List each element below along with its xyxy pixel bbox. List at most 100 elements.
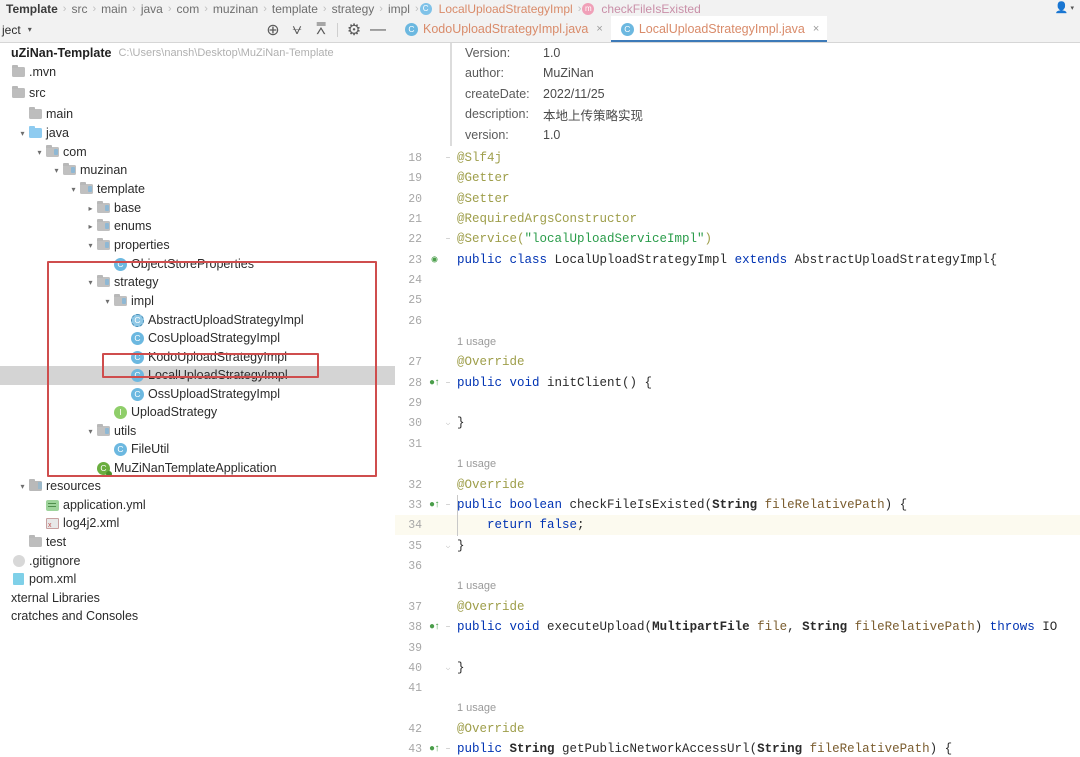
chevron-right-icon[interactable]: ▸: [85, 222, 96, 231]
editor-tab-localuploadstrategyimpl-java[interactable]: C LocalUploadStrategyImpl.java ×: [610, 16, 828, 42]
code-line-33[interactable]: 33 ●↑ − public boolean checkFileIsExisted(S…: [395, 495, 1080, 515]
code-line-41[interactable]: 41: [395, 678, 1080, 698]
tree-row-abstractuploadstrategyimpl[interactable]: ▾CAbstractUploadStrategyImpl: [0, 311, 395, 330]
code-line-31[interactable]: 31: [395, 434, 1080, 454]
tree-row-objectstoreproperties[interactable]: ▾CObjectStoreProperties: [0, 255, 395, 274]
code-line-38[interactable]: 38 ●↑ − public void executeUpload(Multipart…: [395, 617, 1080, 637]
tree-row-template[interactable]: ▾ template: [0, 180, 395, 199]
expand-all-icon[interactable]: ⩝: [286, 20, 308, 40]
code-line-36[interactable]: 36: [395, 556, 1080, 576]
code-line-19[interactable]: 19 @Getter: [395, 168, 1080, 188]
collapse-all-icon[interactable]: ⩞: [310, 20, 332, 40]
chevron-down-icon[interactable]: ▾: [34, 148, 45, 157]
tree-row-src[interactable]: ▾ src: [0, 84, 395, 103]
chevron-down-icon[interactable]: ▾: [17, 482, 28, 491]
code-line-30[interactable]: 30 ⌵}: [395, 413, 1080, 433]
tree-row-ossuploadstrategyimpl[interactable]: ▾COssUploadStrategyImpl: [0, 385, 395, 404]
code-line-24[interactable]: 24: [395, 270, 1080, 290]
tree-row-log4j2-xml[interactable]: ▾ log4j2.xml: [0, 514, 395, 533]
code-line-35[interactable]: 35 ⌵}: [395, 536, 1080, 556]
code-line-40[interactable]: 40 ⌵}: [395, 658, 1080, 678]
breadcrumb-item-localuploadstrategyimpl[interactable]: C LocalUploadStrategyImpl: [419, 2, 577, 16]
breadcrumb-item-java[interactable]: java: [137, 2, 167, 16]
editor-tab-kodouploadstrategyimpl-java[interactable]: C KodoUploadStrategyImpl.java ×: [395, 16, 611, 42]
tree-row-kodouploadstrategyimpl[interactable]: ▾CKodoUploadStrategyImpl: [0, 348, 395, 367]
code-fold-toggle[interactable]: −: [441, 154, 455, 163]
breadcrumb-item-template[interactable]: template: [268, 2, 322, 16]
code-line-39[interactable]: 39: [395, 638, 1080, 658]
project-tree[interactable]: ▾ uZiNan-Template C:\Users\nansh\Desktop…: [0, 43, 395, 757]
tree-row-java[interactable]: ▾ java: [0, 124, 395, 143]
breadcrumb-item-src[interactable]: src: [67, 2, 91, 16]
code-fold-toggle[interactable]: −: [441, 623, 455, 632]
code-line-21[interactable]: 21 @RequiredArgsConstructor: [395, 209, 1080, 229]
tree-row-application-yml[interactable]: ▾ application.yml: [0, 496, 395, 515]
chevron-down-icon[interactable]: ▾: [85, 278, 96, 287]
tree-row-root[interactable]: ▾ uZiNan-Template C:\Users\nansh\Desktop…: [0, 43, 395, 63]
code-line-28[interactable]: 28 ●↑ − public void initClient() {: [395, 373, 1080, 393]
breadcrumb-item-com[interactable]: com: [173, 2, 204, 16]
tree-row-cosuploadstrategyimpl[interactable]: ▾CCosUploadStrategyImpl: [0, 329, 395, 348]
tree-row-uploadstrategy[interactable]: ▾IUploadStrategy: [0, 403, 395, 422]
breadcrumb-item-muzinan[interactable]: muzinan: [209, 2, 262, 16]
chevron-down-icon[interactable]: ▾: [85, 241, 96, 250]
breadcrumb-item-template[interactable]: Template: [2, 2, 62, 16]
code-line-26[interactable]: 26: [395, 311, 1080, 331]
breadcrumb-item-impl[interactable]: impl: [384, 2, 414, 16]
code-line-20[interactable]: 20 @Setter: [395, 189, 1080, 209]
code-line-34[interactable]: 34 return false;: [395, 515, 1080, 536]
settings-gear-icon[interactable]: ⚙: [343, 20, 365, 40]
code-fold-toggle[interactable]: ⌵: [441, 663, 455, 673]
project-view-chevron-down-icon[interactable]: ▾: [28, 25, 32, 34]
account-menu[interactable]: 👤 ▾: [1055, 1, 1074, 14]
chevron-down-icon[interactable]: ▾: [51, 166, 62, 175]
implemented-class-gutter-icon[interactable]: ◉: [427, 254, 441, 266]
code-fold-toggle[interactable]: −: [441, 501, 455, 510]
chevron-right-icon[interactable]: ▸: [85, 204, 96, 213]
chevron-down-icon[interactable]: ▾: [68, 185, 79, 194]
tree-row-impl[interactable]: ▾ impl: [0, 292, 395, 311]
tree-row-test[interactable]: ▾ test: [0, 533, 395, 552]
usage-hint[interactable]: 1 usage: [457, 700, 496, 716]
code-fold-toggle[interactable]: ⌵: [441, 541, 455, 551]
tree-row-pom-xml[interactable]: ▾ pom.xml: [0, 570, 395, 589]
code-line-37[interactable]: 37 @Override: [395, 597, 1080, 617]
code-line-22[interactable]: 22 − @Service("localUploadServiceImpl"): [395, 229, 1080, 249]
code-line-25[interactable]: 25: [395, 290, 1080, 310]
override-method-gutter-icon[interactable]: ●↑: [427, 378, 441, 389]
code-line-42[interactable]: 42 @Override: [395, 719, 1080, 739]
tree-row--gitignore[interactable]: ▾ .gitignore: [0, 552, 395, 571]
override-method-gutter-icon[interactable]: ●↑: [427, 622, 441, 633]
code-line-32[interactable]: 32 @Override: [395, 475, 1080, 495]
tree-row-fileutil[interactable]: ▾CFileUtil: [0, 440, 395, 459]
chevron-down-icon[interactable]: ▾: [85, 427, 96, 436]
tree-row-xternal-libraries[interactable]: ▾xternal Libraries: [0, 589, 395, 608]
tree-row-localuploadstrategyimpl[interactable]: ▾CLocalUploadStrategyImpl: [0, 366, 395, 385]
locate-file-icon[interactable]: ⊕: [262, 20, 284, 40]
code-editor[interactable]: Version: 1.0 author: MuZiNan createDate: 2022…: [395, 43, 1080, 757]
breadcrumb-item-main[interactable]: main: [97, 2, 131, 16]
chevron-down-icon[interactable]: ▾: [102, 297, 113, 306]
code-fold-toggle[interactable]: −: [441, 745, 455, 754]
tree-row--mvn[interactable]: ▾ .mvn: [0, 63, 395, 82]
usage-hint[interactable]: 1 usage: [457, 334, 496, 350]
tree-row-strategy[interactable]: ▾ strategy: [0, 273, 395, 292]
tree-row-properties[interactable]: ▾ properties: [0, 236, 395, 255]
close-tab-icon[interactable]: ×: [596, 23, 602, 35]
tree-row-resources[interactable]: ▾ resources: [0, 477, 395, 496]
tree-row-com[interactable]: ▾ com: [0, 143, 395, 162]
usage-hint[interactable]: 1 usage: [457, 456, 496, 472]
tree-row-cratches-and-consoles[interactable]: ▾cratches and Consoles: [0, 607, 395, 626]
tree-row-main[interactable]: ▾ main: [0, 105, 395, 124]
tree-row-muzinantemplateapplication[interactable]: ▾CMuZiNanTemplateApplication: [0, 459, 395, 478]
override-method-gutter-icon[interactable]: ●↑: [427, 744, 441, 755]
code-line-29[interactable]: 29: [395, 393, 1080, 413]
code-fold-toggle[interactable]: ⌵: [441, 418, 455, 428]
code-fold-toggle[interactable]: −: [441, 379, 455, 388]
code-line-43[interactable]: 43 ●↑ − public String getPublicNetworkAcces…: [395, 739, 1080, 757]
breadcrumb-item-strategy[interactable]: strategy: [328, 2, 379, 16]
code-line-23[interactable]: 23 ◉ public class LocalUploadStrategyImpl …: [395, 250, 1080, 270]
tree-row-base[interactable]: ▸ base: [0, 199, 395, 218]
code-line-18[interactable]: 18 − @Slf4j: [395, 148, 1080, 168]
chevron-down-icon[interactable]: ▾: [17, 129, 28, 138]
